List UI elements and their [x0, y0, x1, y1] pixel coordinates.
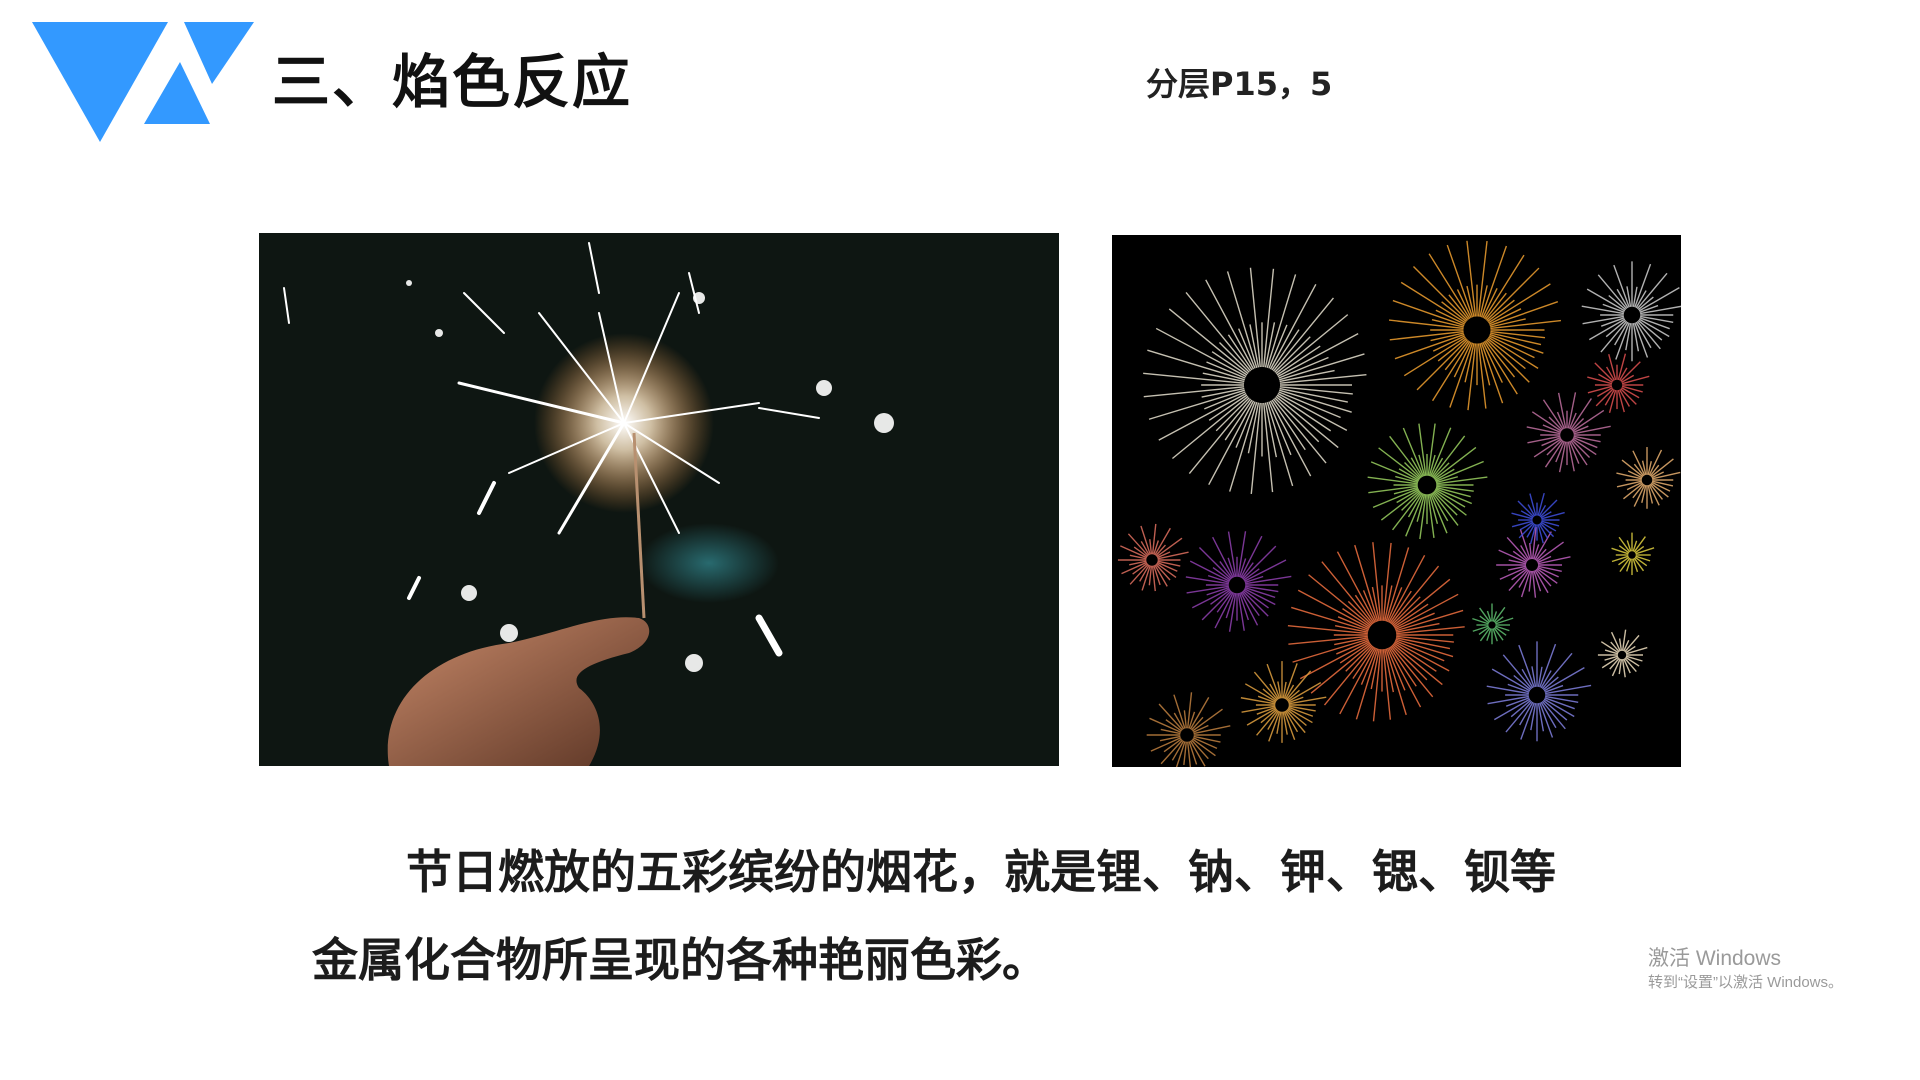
watermark-subtitle: 转到“设置”以激活 Windows。	[1648, 974, 1844, 991]
windows-activation-watermark: 激活 Windows 转到“设置”以激活 Windows。	[1648, 946, 1843, 994]
body-paragraph: 节日燃放的五彩缤纷的烟花，就是锂、钠、钾、锶、钡等 金属化合物所呈现的各种艳丽色…	[312, 828, 1642, 1004]
slide-title: 三、焰色反应	[272, 48, 633, 116]
paragraph-line-1: 节日燃放的五彩缤纷的烟花，就是锂、钠、钾、锶、钡等	[406, 845, 1556, 899]
logo-icon	[32, 22, 254, 146]
fireworks-photo	[1112, 235, 1681, 767]
sparkler-photo	[259, 233, 1059, 766]
watermark-title: 激活 Windows	[1648, 947, 1782, 970]
reference-note: 分层P15，5	[1146, 65, 1333, 103]
paragraph-line-2: 金属化合物所呈现的各种艳丽色彩。	[312, 933, 1048, 987]
